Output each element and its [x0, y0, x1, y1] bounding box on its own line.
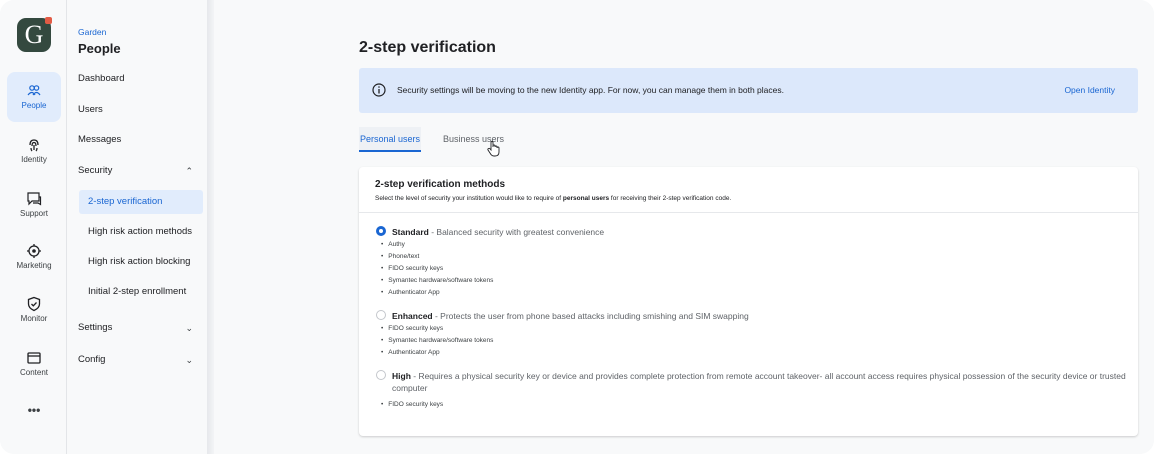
rail-label-identity: Identity: [21, 155, 47, 164]
high-methods-list: FIDO security keys: [381, 399, 443, 411]
rail-item-marketing[interactable]: Marketing: [7, 232, 61, 282]
radio-enhanced[interactable]: [376, 310, 386, 320]
option-high-desc: - Requires a physical security key or de…: [392, 371, 1126, 393]
radio-high[interactable]: [376, 370, 386, 380]
nav-item-messages[interactable]: Messages: [78, 130, 203, 150]
nav-item-security[interactable]: Security ⌃: [78, 161, 203, 181]
card-desc-suffix: for receiving their 2-step verification …: [609, 195, 732, 202]
rail-item-content[interactable]: Content: [7, 339, 61, 389]
rail-label-content: Content: [19, 368, 49, 377]
card-desc-bold: personal users: [562, 195, 610, 202]
list-item: FIDO security keys: [381, 399, 443, 411]
shield-icon: [27, 296, 41, 312]
info-icon: [372, 83, 386, 97]
chevron-down-icon: ⌄: [185, 323, 193, 333]
card-description: Select the level of security your instit…: [375, 195, 731, 202]
section-nav: Garden People Dashboard Users Messages S…: [67, 0, 212, 454]
hand-cursor-icon: [487, 141, 500, 157]
rail-item-identity[interactable]: Identity: [7, 126, 61, 176]
rail-label-monitor: Monitor: [20, 314, 48, 323]
rail-label-support: Support: [19, 209, 49, 218]
fingerprint-icon: [29, 139, 39, 152]
list-item: Authenticator App: [381, 347, 493, 359]
rail-label-people: People: [21, 101, 47, 110]
app-rail: G People Identity Support Marketing Moni…: [0, 0, 67, 454]
content-icon: [27, 352, 41, 364]
list-item: Symantec hardware/software tokens: [381, 275, 493, 287]
nav-item-config[interactable]: Config ⌄: [78, 350, 203, 370]
option-standard-name: Standard: [392, 227, 429, 237]
list-item: FIDO security keys: [381, 263, 493, 275]
option-standard-desc: - Balanced security with greatest conven…: [428, 227, 605, 237]
option-enhanced-name: Enhanced: [392, 311, 433, 321]
garden-logo[interactable]: G: [17, 17, 52, 52]
nav-item-users[interactable]: Users: [78, 100, 203, 120]
info-banner: Security settings will be moving to the …: [359, 68, 1138, 113]
target-icon: [27, 244, 41, 258]
breadcrumb[interactable]: Garden: [78, 27, 106, 37]
tab-personal-users[interactable]: Personal users: [359, 127, 421, 152]
nav-item-settings-label: Settings: [78, 322, 113, 333]
page-title: 2-step verification: [359, 39, 496, 56]
rail-item-monitor[interactable]: Monitor: [7, 285, 61, 335]
radio-standard[interactable]: [376, 226, 386, 236]
section-title: People: [78, 41, 121, 56]
option-high-text: High - Requires a physical security key …: [392, 370, 1142, 394]
chat-icon: [27, 192, 42, 206]
option-high-name: High: [392, 371, 411, 381]
standard-methods-list: Authy Phone/text FIDO security keys Syma…: [381, 239, 493, 299]
open-identity-link[interactable]: Open Identity: [1064, 85, 1115, 95]
nav-item-security-label: Security: [78, 165, 113, 176]
option-enhanced-text: Enhanced - Protects the user from phone …: [392, 310, 1142, 322]
card-desc-prefix: Select the level of security your instit…: [375, 195, 563, 202]
nav-item-dashboard[interactable]: Dashboard: [78, 69, 203, 89]
rail-label-marketing: Marketing: [16, 261, 52, 270]
nav-sub-high-risk-methods[interactable]: High risk action methods: [79, 220, 203, 244]
card-header: 2-step verification methods Select the l…: [359, 167, 1138, 213]
nav-item-settings[interactable]: Settings ⌄: [78, 318, 203, 338]
nav-sub-initial-enrollment[interactable]: Initial 2-step enrollment: [79, 280, 203, 304]
rail-item-support[interactable]: Support: [7, 180, 61, 230]
card-title: 2-step verification methods: [375, 179, 506, 190]
rail-item-more[interactable]: •••: [7, 385, 61, 435]
nav-sub-high-risk-blocking[interactable]: High risk action blocking: [79, 250, 203, 274]
chevron-down-icon: ⌄: [185, 355, 193, 365]
list-item: Symantec hardware/software tokens: [381, 335, 493, 347]
app-window: G People Identity Support Marketing Moni…: [0, 0, 1154, 454]
logo-letter: G: [24, 20, 44, 49]
more-icon: •••: [27, 403, 41, 417]
people-icon: [27, 85, 41, 96]
option-standard-text: Standard - Balanced security with greate…: [392, 226, 1142, 238]
list-item: Phone/text: [381, 251, 493, 263]
main-content: 2-step verification Security settings wi…: [214, 0, 1154, 454]
nav-sub-2-step-verification[interactable]: 2-step verification: [79, 190, 203, 214]
nav-item-config-label: Config: [78, 354, 106, 365]
rail-item-people[interactable]: People: [7, 72, 61, 122]
option-enhanced-desc: - Protects the user from phone based att…: [432, 311, 749, 321]
list-item: Authenticator App: [381, 287, 493, 299]
list-item: FIDO security keys: [381, 323, 493, 335]
verification-methods-card: 2-step verification methods Select the l…: [359, 167, 1138, 436]
enhanced-methods-list: FIDO security keys Symantec hardware/sof…: [381, 323, 493, 359]
banner-text: Security settings will be moving to the …: [397, 85, 784, 95]
nav-divider: [207, 0, 214, 454]
chevron-up-icon: ⌃: [185, 166, 193, 176]
logo-badge: [45, 17, 52, 24]
list-item: Authy: [381, 239, 493, 251]
